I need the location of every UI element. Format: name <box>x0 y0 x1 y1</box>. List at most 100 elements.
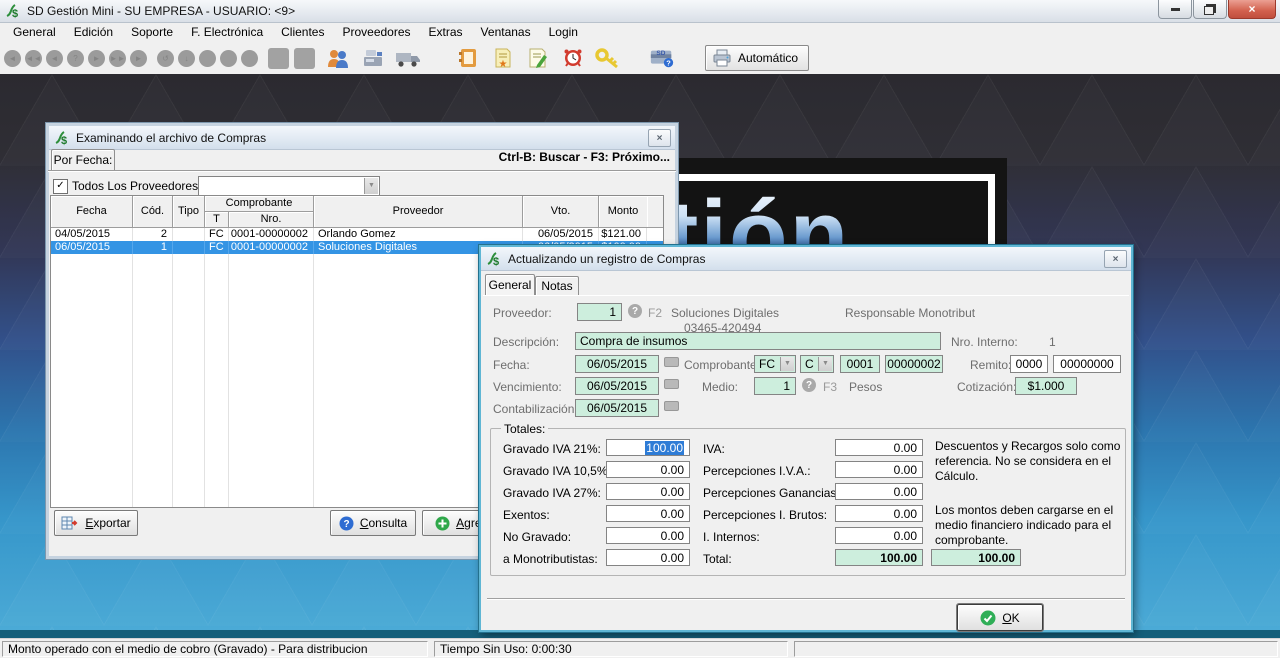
col-header-comprobante[interactable]: Comprobante <box>205 196 314 212</box>
calendar-icon[interactable] <box>664 401 679 411</box>
truck-icon[interactable] <box>395 46 421 70</box>
tab-general[interactable]: General <box>485 274 535 296</box>
col-header-monto[interactable]: Monto <box>599 196 647 228</box>
nav-prev-button[interactable]: ◄ <box>46 50 63 67</box>
gravado-21-field[interactable]: 100.00 <box>606 439 690 456</box>
descripcion-field[interactable]: Compra de insumos <box>575 332 941 350</box>
consult-button[interactable]: ? Consulta <box>330 510 416 536</box>
record-post-button[interactable] <box>220 50 237 67</box>
percepciones-ganancias-field[interactable]: 0.00 <box>835 483 923 500</box>
browse-dialog-title: Examinando el archivo de Compras <box>76 131 266 145</box>
update-close-icon[interactable]: × <box>1104 250 1127 268</box>
vencimiento-field[interactable]: 06/05/2015 <box>575 377 659 395</box>
update-dialog-titlebar[interactable]: $ Actualizando un registro de Compras × <box>481 247 1131 271</box>
invoice-icon[interactable]: ★ <box>490 46 516 70</box>
cash-register-icon[interactable] <box>360 46 386 70</box>
chevron-down-icon[interactable]: ▼ <box>364 178 378 194</box>
fecha-label: Fecha: <box>493 358 530 372</box>
nav-next-button[interactable]: ► <box>88 50 105 67</box>
record-edit-button[interactable] <box>199 50 216 67</box>
comprobante-type-combo[interactable]: FC▼ <box>754 355 796 373</box>
record-cancel-button[interactable] <box>241 50 258 67</box>
comprobante-letter-combo[interactable]: C▼ <box>800 355 834 373</box>
menu-login[interactable]: Login <box>540 23 587 42</box>
ok-button[interactable]: OK <box>957 604 1043 631</box>
no-gravado-field[interactable]: 0.00 <box>606 527 690 544</box>
col-header-fecha[interactable]: Fecha <box>51 196 133 228</box>
table-row[interactable]: 04/05/2015 2 FC 0001-00000002 Orlando Go… <box>51 228 663 241</box>
exentos-field[interactable]: 0.00 <box>606 505 690 522</box>
col-header-t[interactable]: T <box>205 212 229 228</box>
export-button[interactable]: Exportar <box>54 510 138 536</box>
chevron-down-icon[interactable]: ▼ <box>818 357 832 371</box>
col-header-cod[interactable]: Cód. <box>133 196 173 228</box>
total-label: Percepciones Ganancias: <box>703 486 840 500</box>
tab-notas-label: Notas <box>541 279 572 293</box>
cell-nro: 0001-00000002 <box>229 241 314 254</box>
col-header-vto[interactable]: Vto. <box>523 196 599 228</box>
chevron-down-icon[interactable]: ▼ <box>780 357 794 371</box>
help-circle-icon[interactable]: ? <box>802 378 816 392</box>
auto-print-button[interactable]: Automático <box>705 45 809 71</box>
sd-help-icon[interactable]: SD? <box>649 46 675 70</box>
remito-nro-field[interactable]: 00000000 <box>1053 355 1121 373</box>
total-label: Percepciones I. Brutos: <box>703 508 827 522</box>
col-header-tipo[interactable]: Tipo <box>173 196 205 228</box>
nav-prev-page-button[interactable]: ◄◄ <box>25 50 42 67</box>
all-providers-checkbox[interactable]: ✓ <box>53 179 68 194</box>
svg-text:?: ? <box>343 519 349 530</box>
tab-por-fecha[interactable]: Por Fecha: <box>51 149 115 171</box>
menu-soporte[interactable]: Soporte <box>122 23 182 42</box>
menu-clientes[interactable]: Clientes <box>272 23 333 42</box>
total-label: No Gravado: <box>503 530 571 544</box>
nav-next-page-button[interactable]: ►► <box>109 50 126 67</box>
record-insert-button[interactable]: ↓ <box>178 50 195 67</box>
menu-proveedores[interactable]: Proveedores <box>333 23 419 42</box>
fecha-field[interactable]: 06/05/2015 <box>575 355 659 373</box>
proveedor-field[interactable]: 1 <box>577 303 622 321</box>
calendar-icon[interactable] <box>664 379 679 389</box>
col-header-nro[interactable]: Nro. <box>229 212 314 228</box>
contabilizacion-field[interactable]: 06/05/2015 <box>575 399 659 417</box>
menu-general[interactable]: General <box>4 23 65 42</box>
nav-last-button[interactable]: ► <box>130 50 147 67</box>
percepciones-iva-field[interactable]: 0.00 <box>835 461 923 478</box>
menu-ventanas[interactable]: Ventanas <box>472 23 540 42</box>
question-icon: ? <box>339 516 354 531</box>
menu-extras[interactable]: Extras <box>420 23 472 42</box>
minimize-button[interactable] <box>1158 0 1192 19</box>
col-header-proveedor[interactable]: Proveedor <box>314 196 523 228</box>
remito-pos-field[interactable]: 0000 <box>1010 355 1048 373</box>
users-icon[interactable] <box>325 46 351 70</box>
restore-button[interactable] <box>1193 0 1227 19</box>
help-circle-icon[interactable]: ? <box>628 304 642 318</box>
nav-first-button[interactable]: ◄ <box>4 50 21 67</box>
tab-notas[interactable]: Notas <box>535 276 579 296</box>
totales-legend: Totales: <box>501 422 548 436</box>
menu-f-electronica[interactable]: F. Electrónica <box>182 23 272 42</box>
close-button[interactable]: × <box>1228 0 1276 19</box>
monotributistas-field[interactable]: 0.00 <box>606 549 690 566</box>
comprobante-nro-field[interactable]: 00000002 <box>885 355 943 373</box>
record-refresh-button[interactable]: ↺ <box>157 50 174 67</box>
medio-field[interactable]: 1 <box>754 377 796 395</box>
gravado-27-field[interactable]: 0.00 <box>606 483 690 500</box>
toolbar-square-button-1[interactable] <box>268 48 289 69</box>
provider-combobox[interactable]: ▼ <box>198 176 380 196</box>
address-book-icon[interactable] <box>455 46 481 70</box>
dialog-icon: $ <box>486 251 502 267</box>
menu-edicion[interactable]: Edición <box>65 23 122 42</box>
comprobante-pos-field[interactable]: 0001 <box>840 355 880 373</box>
gravado-105-field[interactable]: 0.00 <box>606 461 690 478</box>
calendar-icon[interactable] <box>664 357 679 367</box>
nav-search-button[interactable]: ? <box>67 50 84 67</box>
key-icon[interactable] <box>595 46 621 70</box>
percepciones-brutos-field[interactable]: 0.00 <box>835 505 923 522</box>
iva-field[interactable]: 0.00 <box>835 439 923 456</box>
internos-field[interactable]: 0.00 <box>835 527 923 544</box>
alarm-clock-icon[interactable] <box>560 46 586 70</box>
browse-close-icon[interactable]: × <box>648 129 671 147</box>
cotizacion-field[interactable]: $1.000 <box>1015 377 1077 395</box>
edit-note-icon[interactable] <box>525 46 551 70</box>
toolbar-square-button-2[interactable] <box>294 48 315 69</box>
